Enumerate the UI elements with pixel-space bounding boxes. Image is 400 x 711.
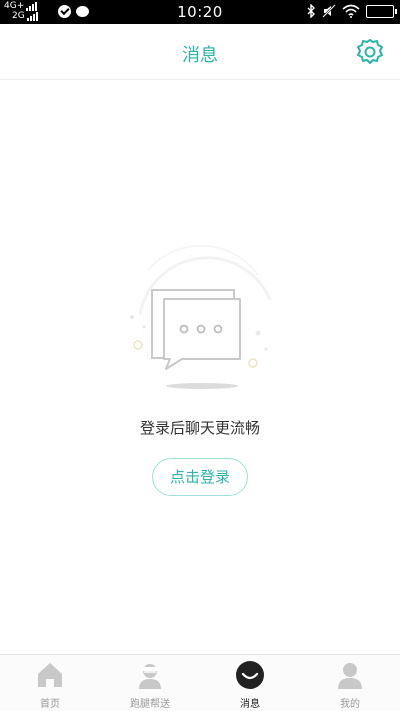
mute-icon bbox=[322, 4, 336, 18]
message-icon bbox=[236, 661, 264, 689]
tab-courier-label: 跑腿帮送 bbox=[130, 699, 170, 710]
page-title: 消息 bbox=[182, 45, 218, 66]
tab-home[interactable]: 首页 bbox=[0, 655, 100, 711]
home-icon bbox=[38, 663, 62, 687]
settings-gear-icon[interactable] bbox=[356, 38, 384, 66]
courier-icon bbox=[139, 664, 161, 689]
tab-profile[interactable]: 我的 bbox=[300, 655, 400, 711]
empty-state-message: 登录后聊天更流畅 bbox=[139, 419, 260, 437]
tab-messages-label: 消息 bbox=[240, 699, 260, 710]
battery-icon bbox=[366, 4, 397, 18]
tab-courier[interactable]: 跑腿帮送 bbox=[100, 655, 200, 711]
status-bar: 4G+ 2G 10:20 bbox=[0, 0, 400, 24]
tab-profile-label: 我的 bbox=[340, 699, 360, 710]
profile-icon bbox=[338, 663, 362, 689]
bluetooth-icon bbox=[307, 4, 315, 18]
tab-messages[interactable]: 消息 bbox=[200, 655, 300, 711]
empty-chat-illustration bbox=[130, 245, 272, 389]
header: 消息 bbox=[0, 24, 400, 80]
login-button[interactable]: 点击登录 bbox=[152, 458, 248, 496]
bottom-tab-bar: 首页 跑腿帮送 消息 我的 bbox=[0, 654, 400, 711]
wifi-icon bbox=[342, 4, 360, 18]
tab-home-label: 首页 bbox=[40, 699, 60, 710]
